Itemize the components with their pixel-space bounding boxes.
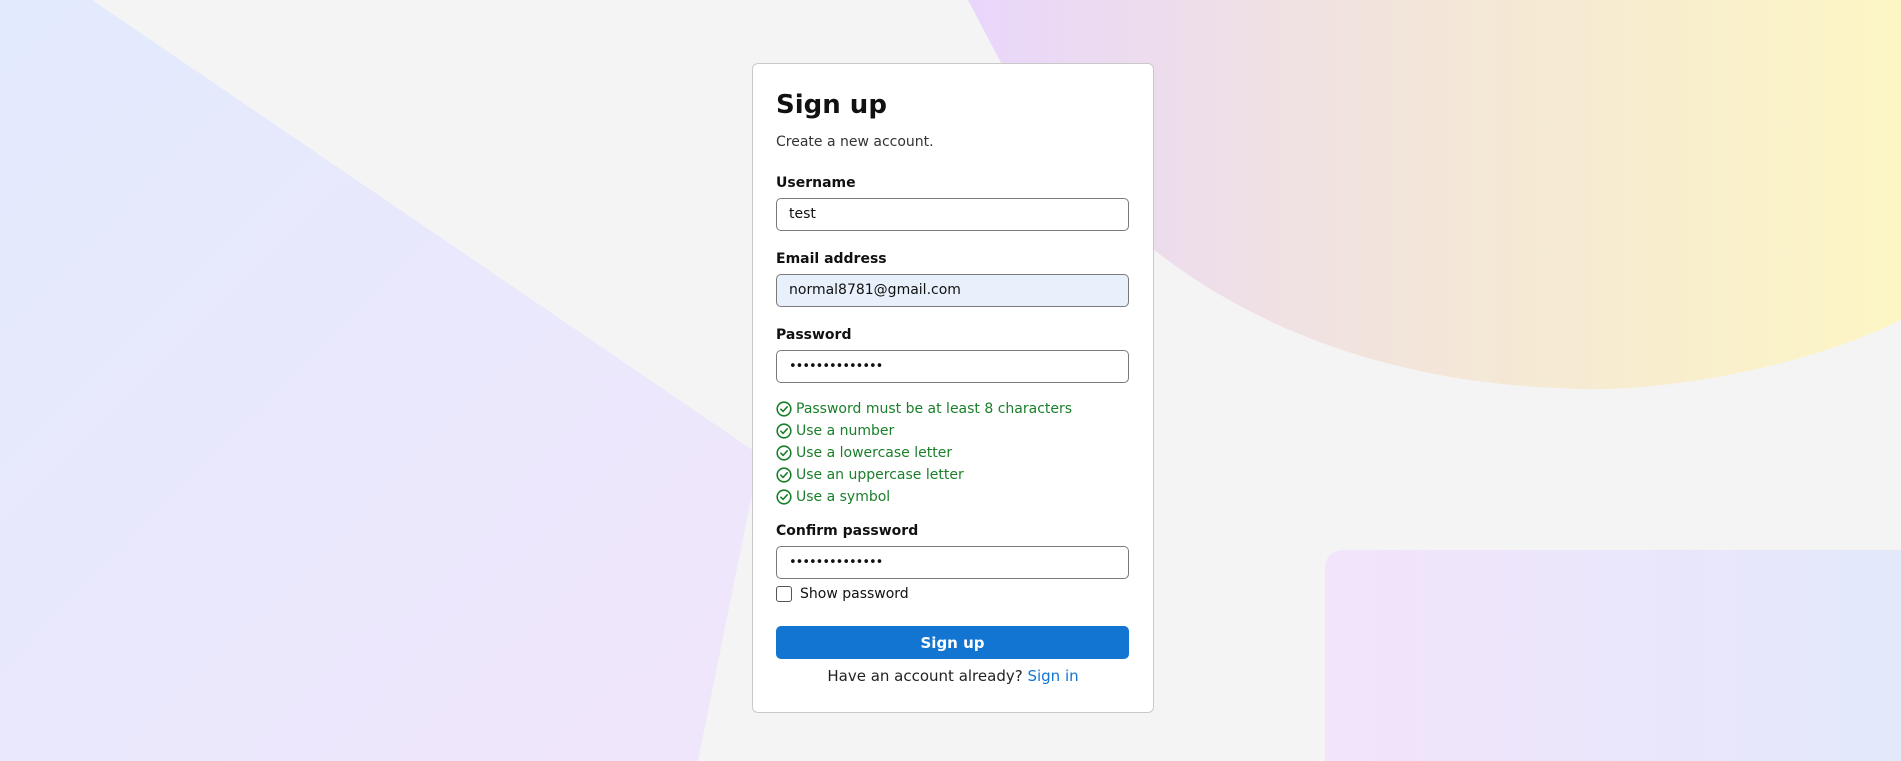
show-password-toggle[interactable]: Show password (776, 586, 909, 602)
password-rule: Use a number (776, 420, 1072, 442)
check-circle-icon (776, 445, 792, 461)
sign-in-link[interactable]: Sign in (1027, 667, 1078, 685)
password-rule-text: Use a lowercase letter (796, 445, 953, 461)
password-rules: Password must be at least 8 characters U… (776, 398, 1072, 508)
page-subtitle: Create a new account. (776, 134, 934, 150)
confirm-password-label: Confirm password (776, 523, 919, 539)
check-circle-icon (776, 423, 792, 439)
sign-up-button[interactable]: Sign up (776, 626, 1129, 659)
password-rule: Use a symbol (776, 486, 1072, 508)
confirm-password-input[interactable]: •••••••••••••• (776, 546, 1129, 579)
signin-prompt: Have an account already? Sign in (752, 667, 1154, 685)
password-input[interactable]: •••••••••••••• (776, 350, 1129, 383)
password-rule: Password must be at least 8 characters (776, 398, 1072, 420)
email-label: Email address (776, 251, 887, 267)
password-label: Password (776, 327, 852, 343)
email-input[interactable]: normal8781@gmail.com (776, 274, 1129, 307)
password-rule-text: Use a symbol (796, 489, 891, 505)
username-input[interactable]: test (776, 198, 1129, 231)
username-label: Username (776, 175, 856, 191)
password-rule: Use a lowercase letter (776, 442, 1072, 464)
signup-form: Sign up Create a new account. Username t… (752, 0, 1154, 761)
show-password-checkbox[interactable] (776, 586, 792, 602)
show-password-label: Show password (800, 586, 909, 602)
password-rule-text: Use an uppercase letter (796, 467, 964, 483)
page-title: Sign up (776, 90, 887, 120)
password-rule-text: Password must be at least 8 characters (796, 401, 1073, 417)
check-circle-icon (776, 467, 792, 483)
check-circle-icon (776, 489, 792, 505)
signin-prompt-text: Have an account already? (827, 667, 1023, 685)
password-rule: Use an uppercase letter (776, 464, 1072, 486)
password-rule-text: Use a number (796, 423, 895, 439)
check-circle-icon (776, 401, 792, 417)
